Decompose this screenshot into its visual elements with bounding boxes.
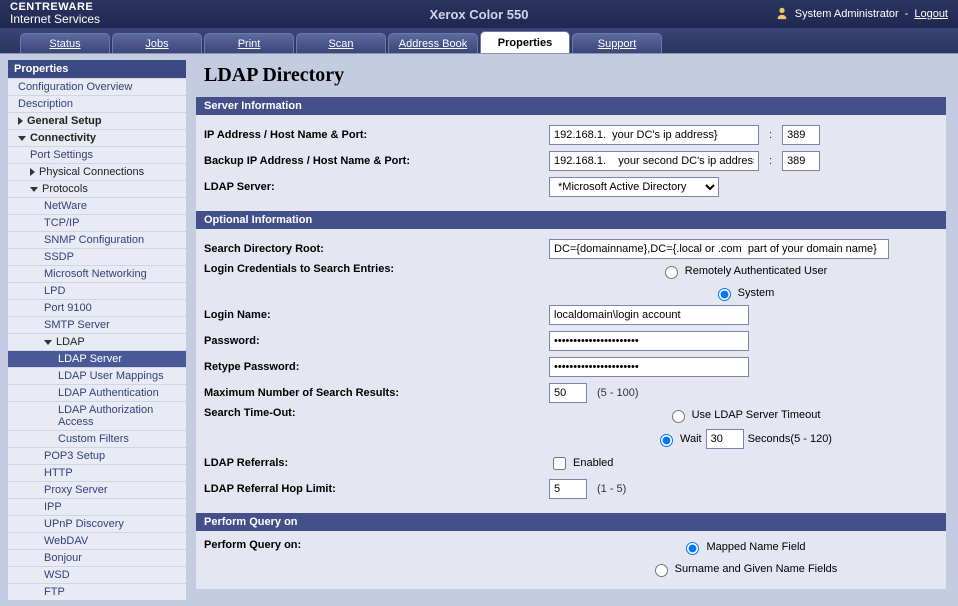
sidebar-physical-connections[interactable]: Physical Connections [8,163,186,180]
perform-query-body: Perform Query on: Mapped Name Field Surn… [196,531,946,589]
primary-ip-input[interactable] [549,125,759,145]
sidebar-config-overview[interactable]: Configuration Overview [8,78,186,95]
sidebar-ssdp[interactable]: SSDP [8,248,186,265]
optional-info-head: Optional Information [196,211,946,229]
sidebar-ldap[interactable]: LDAP [8,333,186,350]
port-colon: : [769,155,772,167]
tab-bar: Status Jobs Print Scan Address Book Prop… [0,28,958,54]
sidebar-port-settings[interactable]: Port Settings [8,146,186,163]
timeout-server-radio[interactable]: Use LDAP Server Timeout [667,407,821,423]
caret-down-icon [30,187,38,192]
cred-system-radio[interactable]: System [713,285,775,301]
backup-port-input[interactable] [782,151,820,171]
user-icon [775,6,789,23]
sidebar-bonjour[interactable]: Bonjour [8,549,186,566]
hop-limit-input[interactable] [549,479,587,499]
caret-down-icon [44,340,52,345]
sidebar-smtp[interactable]: SMTP Server [8,316,186,333]
hop-limit-hint: (1 - 5) [597,483,626,495]
lbl-retype-password: Retype Password: [204,361,549,373]
primary-port-input[interactable] [782,125,820,145]
sidebar-ftp[interactable]: FTP [8,583,186,600]
timeout-wait-input[interactable] [706,429,744,449]
sidebar-description[interactable]: Description [8,95,186,112]
sidebar-msnet[interactable]: Microsoft Networking [8,265,186,282]
sidebar-port9100[interactable]: Port 9100 [8,299,186,316]
sidebar-ipp[interactable]: IPP [8,498,186,515]
tab-status[interactable]: Status [20,33,110,53]
sidebar-general-setup[interactable]: General Setup [8,112,186,129]
backup-ip-input[interactable] [549,151,759,171]
tab-print[interactable]: Print [204,33,294,53]
lbl-search-timeout: Search Time-Out: [204,407,549,419]
user-label: System Administrator [795,8,899,20]
search-root-input[interactable] [549,239,889,259]
port-colon: : [769,129,772,141]
password-input[interactable] [549,331,749,351]
caret-right-icon [18,117,23,125]
lbl-referrals: LDAP Referrals: [204,457,549,469]
sidebar: Properties Configuration Overview Descri… [0,54,190,606]
user-box: System Administrator - Logout [775,6,948,23]
logout-link[interactable]: Logout [914,8,948,20]
tab-scan[interactable]: Scan [296,33,386,53]
sidebar-tcpip[interactable]: TCP/IP [8,214,186,231]
main-panel: LDAP Directory Server Information IP Add… [190,54,958,606]
lbl-ip-host-port: IP Address / Host Name & Port: [204,129,549,141]
brand-sub: Internet Services [10,13,100,26]
server-info-body: IP Address / Host Name & Port: : Backup … [196,115,946,211]
sidebar-http[interactable]: HTTP [8,464,186,481]
max-results-hint: (5 - 100) [597,387,639,399]
sidebar-pop3[interactable]: POP3 Setup [8,447,186,464]
sidebar-head: Properties [8,60,186,78]
lbl-perform-query: Perform Query on: [204,539,549,551]
sidebar-netware[interactable]: NetWare [8,197,186,214]
server-info-head: Server Information [196,97,946,115]
workspace: Properties Configuration Overview Descri… [0,54,958,606]
lbl-password: Password: [204,335,549,347]
sidebar-webdav[interactable]: WebDAV [8,532,186,549]
sidebar-lpd[interactable]: LPD [8,282,186,299]
caret-right-icon [30,168,35,176]
tab-support[interactable]: Support [572,33,662,53]
lbl-login-name: Login Name: [204,309,549,321]
page-title: LDAP Directory [204,64,946,87]
lbl-hop-limit: LDAP Referral Hop Limit: [204,483,549,495]
sidebar-proxy[interactable]: Proxy Server [8,481,186,498]
lbl-login-creds: Login Credentials to Search Entries: [204,263,549,275]
query-mapped-radio[interactable]: Mapped Name Field [681,539,805,555]
tab-addressbook[interactable]: Address Book [388,33,478,53]
sidebar-ldap-user-mappings[interactable]: LDAP User Mappings [8,367,186,384]
referrals-checkbox[interactable]: Enabled [549,454,613,473]
ldap-server-select[interactable]: *Microsoft Active Directory [549,177,719,197]
retype-password-input[interactable] [549,357,749,377]
sidebar-protocols[interactable]: Protocols [8,180,186,197]
tab-properties[interactable]: Properties [480,31,570,53]
sidebar-ldap-auth[interactable]: LDAP Authentication [8,384,186,401]
timeout-wait-radio[interactable]: Wait Seconds(5 - 120) [655,429,832,449]
sidebar-snmp[interactable]: SNMP Configuration [8,231,186,248]
caret-down-icon [18,136,26,141]
lbl-max-results: Maximum Number of Search Results: [204,387,549,399]
sidebar-custom-filters[interactable]: Custom Filters [8,430,186,447]
query-surname-radio[interactable]: Surname and Given Name Fields [650,561,838,577]
device-name: Xerox Color 550 [430,7,529,22]
sidebar-wsd[interactable]: WSD [8,566,186,583]
sidebar-connectivity[interactable]: Connectivity [8,129,186,146]
lbl-backup-ip: Backup IP Address / Host Name & Port: [204,155,549,167]
user-sep: - [905,8,909,20]
tab-jobs[interactable]: Jobs [112,33,202,53]
lbl-search-root: Search Directory Root: [204,243,549,255]
max-results-input[interactable] [549,383,587,403]
cred-remote-radio[interactable]: Remotely Authenticated User [660,263,827,279]
sidebar-ldap-server[interactable]: LDAP Server [8,350,186,367]
lbl-ldap-server: LDAP Server: [204,181,549,193]
sidebar-ldap-authz[interactable]: LDAP Authorization Access [8,401,186,430]
login-name-input[interactable] [549,305,749,325]
perform-query-head: Perform Query on [196,513,946,531]
brand: CENTREWARE Internet Services [10,1,100,26]
sidebar-upnp[interactable]: UPnP Discovery [8,515,186,532]
top-bar: CENTREWARE Internet Services Xerox Color… [0,0,958,28]
optional-info-body: Search Directory Root: Login Credentials… [196,229,946,513]
